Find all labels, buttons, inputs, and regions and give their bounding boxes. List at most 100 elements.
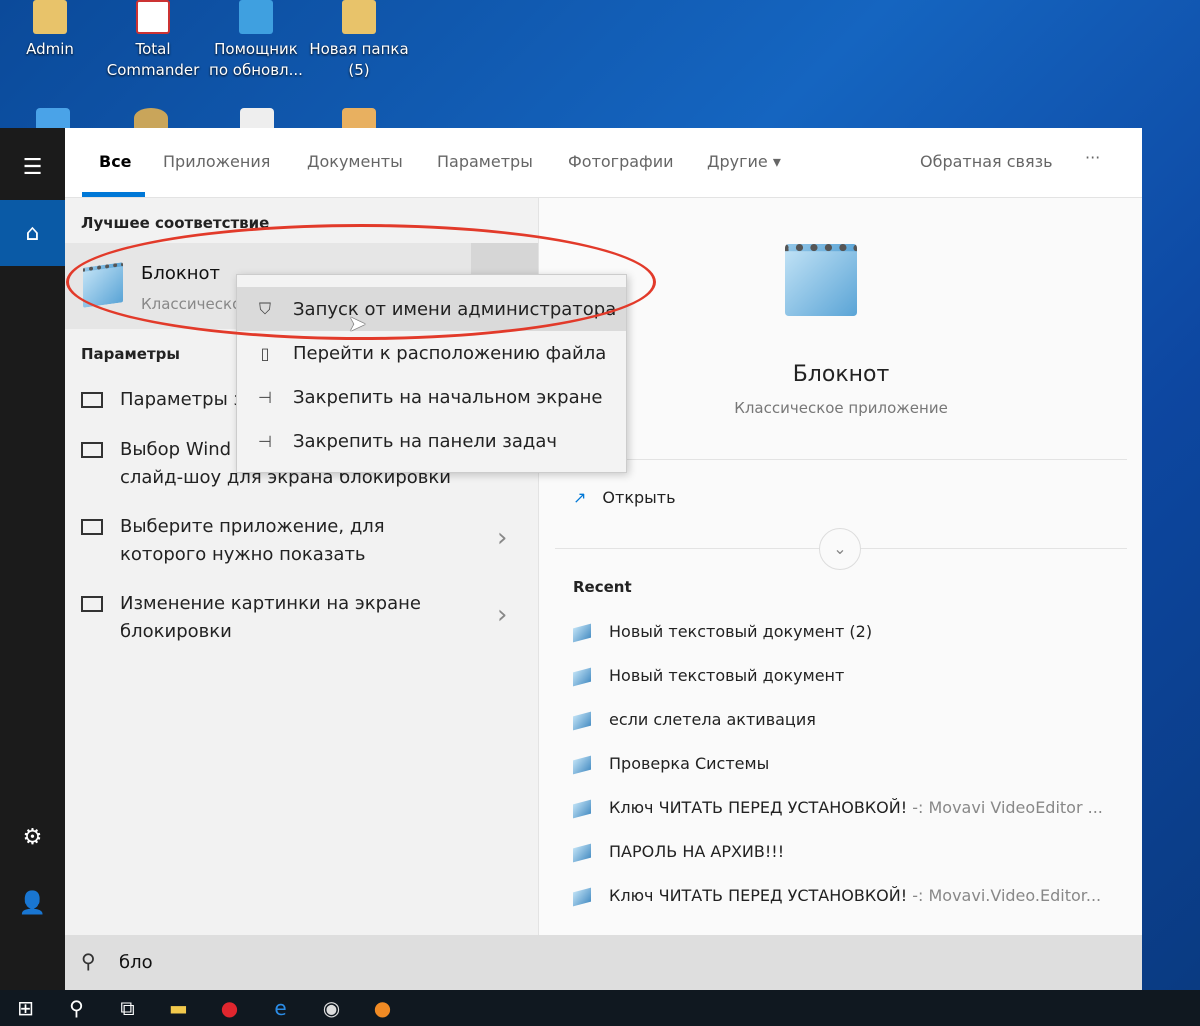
recent-name: ПАРОЛЬ НА АРХИВ!!! [609, 842, 785, 861]
settings-lock-icon [81, 442, 103, 458]
divider [555, 459, 1127, 460]
user-folder-icon [33, 0, 67, 34]
task-view-icon[interactable]: ⧉ [102, 996, 153, 1020]
recent-item[interactable]: Проверка Системы [573, 754, 770, 774]
total-commander-icon [136, 0, 170, 34]
settings-item-label: Выберите приложение, для [120, 516, 385, 537]
recent-item[interactable]: если слетела активация [573, 710, 816, 730]
desktop-icon-label: Total Commander [106, 40, 200, 79]
tab-documents[interactable]: Документы [307, 152, 403, 171]
search-box[interactable]: ⚲ бло [65, 935, 1142, 990]
settings-item-label: которого нужно показать [120, 544, 366, 565]
chevron-right-icon[interactable]: › [497, 600, 507, 630]
settings-item-label: Выбор Wind [120, 439, 232, 460]
pin-icon: ⊣ [258, 387, 272, 407]
recent-name: Ключ ЧИТАТЬ ПЕРЕД УСТАНОВКОЙ! [609, 798, 908, 817]
recent-name: Ключ ЧИТАТЬ ПЕРЕД УСТАНОВКОЙ! [609, 886, 908, 905]
windows-update-icon [239, 0, 273, 34]
text-file-icon [573, 667, 591, 686]
file-explorer-icon[interactable]: ▬ [153, 996, 204, 1020]
windows-start-icon[interactable]: ⊞ [0, 996, 51, 1020]
folder-icon [342, 0, 376, 34]
search-icon[interactable]: ⚲ [51, 996, 102, 1020]
opera-icon[interactable]: ● [204, 996, 255, 1020]
edge-icon[interactable]: e [255, 996, 306, 1020]
tab-all[interactable]: Все [99, 152, 132, 171]
hamburger-menu-icon[interactable]: ☰ [0, 134, 65, 200]
gear-icon[interactable]: ⚙ [0, 804, 65, 870]
desktop-icon-partial [342, 108, 376, 128]
search-icon: ⚲ [81, 949, 96, 973]
feedback-link[interactable]: Обратная связь [920, 152, 1053, 171]
menu-item-run-as-admin[interactable]: ⛉ Запуск от имени администратора [237, 287, 626, 331]
notepad-large-icon [785, 244, 857, 316]
desktop-icon-partial [36, 108, 70, 128]
menu-item-label: Закрепить на панели задач [293, 430, 558, 452]
settings-item-label: Параметры з [120, 389, 244, 410]
preview-pane: Блокнот Классическое приложение ↗ Открыть… [538, 198, 1142, 935]
recent-item[interactable]: ПАРОЛЬ НА АРХИВ!!! [573, 842, 785, 862]
best-match-subtitle: Классическо [141, 295, 242, 313]
text-file-icon [573, 711, 591, 730]
notepad-icon [83, 262, 123, 308]
recent-sub: -: Movavi VideoEditor ... [907, 798, 1103, 817]
search-panel: Все Приложения Документы Параметры Фотог… [65, 128, 1142, 990]
settings-header: Параметры [81, 345, 180, 363]
recent-name: Новый текстовый документ (2) [609, 622, 873, 641]
settings-lock-icon [81, 596, 103, 612]
search-tabs: Все Приложения Документы Параметры Фотог… [65, 128, 1142, 198]
more-options-button[interactable]: ··· [1085, 148, 1100, 167]
search-input[interactable]: бло [119, 952, 153, 973]
text-file-icon [573, 843, 591, 862]
desktop-icon-label: Новая папка (5) [309, 40, 409, 79]
text-file-icon [573, 623, 591, 642]
menu-item-pin-start[interactable]: ⊣ Закрепить на начальном экране [237, 375, 626, 419]
text-file-icon [573, 799, 591, 818]
app-subtitle: Классическое приложение [734, 399, 948, 417]
desktop-icon-new-folder[interactable]: Новая папка (5) [309, 0, 409, 81]
desktop-icon-admin[interactable]: Admin [0, 0, 100, 60]
active-tab-indicator [82, 192, 145, 197]
best-match-title: Блокнот [141, 263, 221, 284]
desktop-icon-total-commander[interactable]: Total Commander [103, 0, 203, 81]
admin-shield-icon: ⛉ [258, 299, 271, 318]
desktop-icon-update-assistant[interactable]: Помощник по обновл... [206, 0, 306, 81]
desktop-icon-partial [134, 108, 168, 128]
menu-item-pin-taskbar[interactable]: ⊣ Закрепить на панели задач [237, 419, 626, 463]
menu-item-label: Закрепить на начальном экране [293, 386, 603, 408]
recent-item[interactable]: Новый текстовый документ [573, 666, 845, 686]
recent-item[interactable]: Новый текстовый документ (2) [573, 622, 873, 642]
text-file-icon [573, 887, 591, 906]
settings-lock-icon [81, 519, 103, 535]
pin-icon: ⊣ [258, 431, 272, 451]
menu-item-open-file-location[interactable]: ▯ Перейти к расположению файла [237, 331, 626, 375]
caret-down-icon: ▾ [772, 152, 781, 171]
chevron-right-icon[interactable]: › [497, 523, 507, 553]
taskbar: ⊞ ⚲ ⧉ ▬ ● e ◉ ● [0, 990, 1200, 1026]
tab-settings[interactable]: Параметры [437, 152, 533, 171]
settings-item-label: блокировки [120, 621, 232, 642]
settings-item-label: Изменение картинки на экране [120, 593, 421, 614]
recent-item[interactable]: Ключ ЧИТАТЬ ПЕРЕД УСТАНОВКОЙ! -: Movavi.… [573, 886, 1101, 906]
context-menu: ⛉ Запуск от имени администратора ▯ Перейти… [236, 274, 627, 473]
best-match-header: Лучшее соответствие [81, 214, 270, 232]
desktop-icon-partial [240, 108, 274, 128]
open-action[interactable]: ↗ Открыть [573, 488, 676, 507]
mouse-cursor-icon: ➤ [348, 312, 367, 337]
tab-photos[interactable]: Фотографии [568, 152, 674, 171]
desktop-icon-label: Admin [26, 40, 74, 58]
home-icon[interactable]: ⌂ [0, 200, 65, 266]
recent-item[interactable]: Ключ ЧИТАТЬ ПЕРЕД УСТАНОВКОЙ! -: Movavi … [573, 798, 1103, 818]
tab-other[interactable]: Другие ▾ [707, 152, 781, 171]
app-title: Блокнот [792, 362, 890, 387]
chevron-down-icon[interactable]: ⌄ [819, 528, 861, 570]
recent-name: Новый текстовый документ [609, 666, 845, 685]
recent-name: Проверка Системы [609, 754, 770, 773]
firefox-icon[interactable]: ● [357, 996, 408, 1020]
tab-apps[interactable]: Приложения [163, 152, 270, 171]
folder-location-icon: ▯ [260, 343, 270, 363]
user-icon[interactable]: 👤 [0, 870, 65, 936]
start-sidebar: ☰ ⌂ ⚙ 👤 [0, 128, 65, 990]
chrome-icon[interactable]: ◉ [306, 996, 357, 1020]
tab-other-label: Другие [707, 152, 768, 171]
